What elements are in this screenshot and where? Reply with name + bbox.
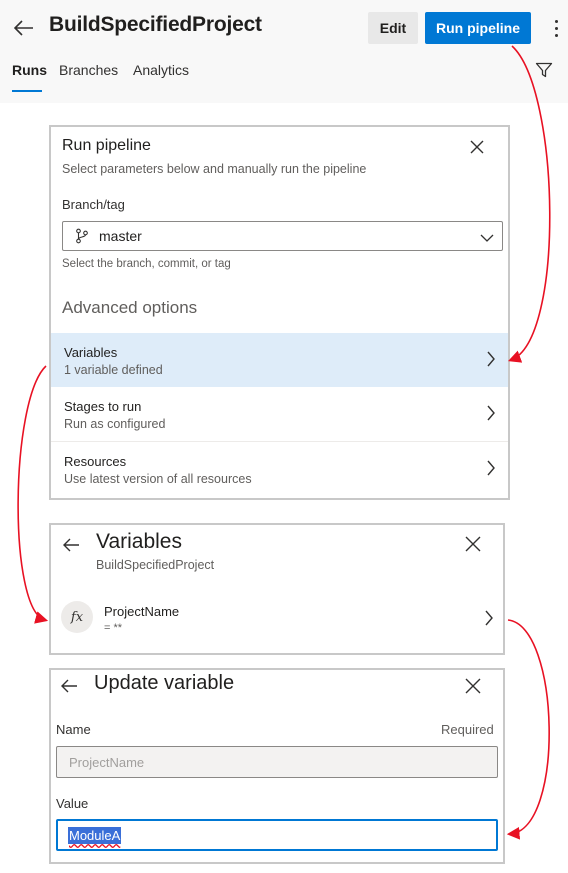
option-subtitle: Use latest version of all resources [64, 472, 252, 486]
page-header: BuildSpecifiedProject Edit Run pipeline … [0, 0, 568, 103]
required-label: Required [441, 722, 494, 737]
panel-title: Run pipeline [62, 137, 151, 154]
edit-button[interactable]: Edit [368, 12, 418, 44]
chevron-down-icon [480, 230, 494, 248]
option-subtitle: Run as configured [64, 417, 166, 431]
close-icon[interactable] [463, 676, 483, 696]
variables-panel: Variables BuildSpecifiedProject fx Proje… [49, 523, 505, 655]
panel-title: Variables [96, 530, 182, 553]
option-title: Resources [64, 454, 127, 469]
close-icon[interactable] [463, 534, 483, 554]
option-resources[interactable]: Resources Use latest version of all reso… [51, 442, 508, 496]
chevron-right-icon [486, 404, 496, 427]
chevron-right-icon[interactable] [484, 609, 494, 632]
chevron-right-icon [486, 350, 496, 373]
page-title: BuildSpecifiedProject [49, 13, 262, 36]
option-title: Stages to run [64, 399, 142, 414]
advanced-options-heading: Advanced options [62, 298, 198, 317]
update-variable-panel: Update variable Name Required ProjectNam… [49, 668, 505, 864]
value-field-text: ModuleA [68, 827, 122, 844]
active-tab-indicator [12, 90, 42, 92]
chevron-right-icon [486, 459, 496, 482]
function-icon: fx [61, 601, 93, 633]
name-field: ProjectName [56, 746, 498, 778]
panel-subtitle: Select parameters below and manually run… [62, 162, 367, 176]
run-pipeline-panel: Run pipeline Select parameters below and… [49, 125, 510, 500]
filter-icon[interactable] [535, 61, 553, 79]
tab-runs[interactable]: Runs [12, 62, 47, 78]
branch-dropdown[interactable]: master [62, 221, 503, 251]
tab-analytics[interactable]: Analytics [133, 62, 189, 78]
run-pipeline-button[interactable]: Run pipeline [425, 12, 531, 44]
branch-icon [75, 228, 89, 249]
arrow-variables-to-list [17, 365, 49, 624]
option-subtitle: 1 variable defined [64, 363, 163, 377]
option-stages-to-run[interactable]: Stages to run Run as configured [51, 387, 508, 441]
arrow-list-to-value [506, 619, 550, 840]
more-vertical-icon[interactable] [549, 14, 563, 42]
back-arrow-icon[interactable] [59, 676, 79, 696]
option-title: Variables [64, 345, 118, 360]
back-arrow-icon[interactable] [10, 14, 38, 42]
variable-value: = ** [104, 622, 123, 634]
back-arrow-icon[interactable] [61, 535, 81, 555]
value-field[interactable]: ModuleA [56, 819, 498, 851]
name-field-value: ProjectName [69, 755, 145, 770]
name-label: Name [56, 722, 91, 737]
option-variables[interactable]: Variables 1 variable defined [51, 333, 508, 387]
branch-value: master [99, 228, 142, 244]
branch-helper-text: Select the branch, commit, or tag [62, 258, 231, 270]
value-label: Value [56, 796, 89, 811]
branch-tag-label: Branch/tag [62, 197, 125, 212]
close-icon[interactable] [467, 137, 487, 157]
tab-branches[interactable]: Branches [59, 62, 118, 78]
panel-title: Update variable [94, 672, 235, 694]
variable-name: ProjectName [104, 604, 180, 619]
panel-subtitle: BuildSpecifiedProject [96, 558, 215, 572]
